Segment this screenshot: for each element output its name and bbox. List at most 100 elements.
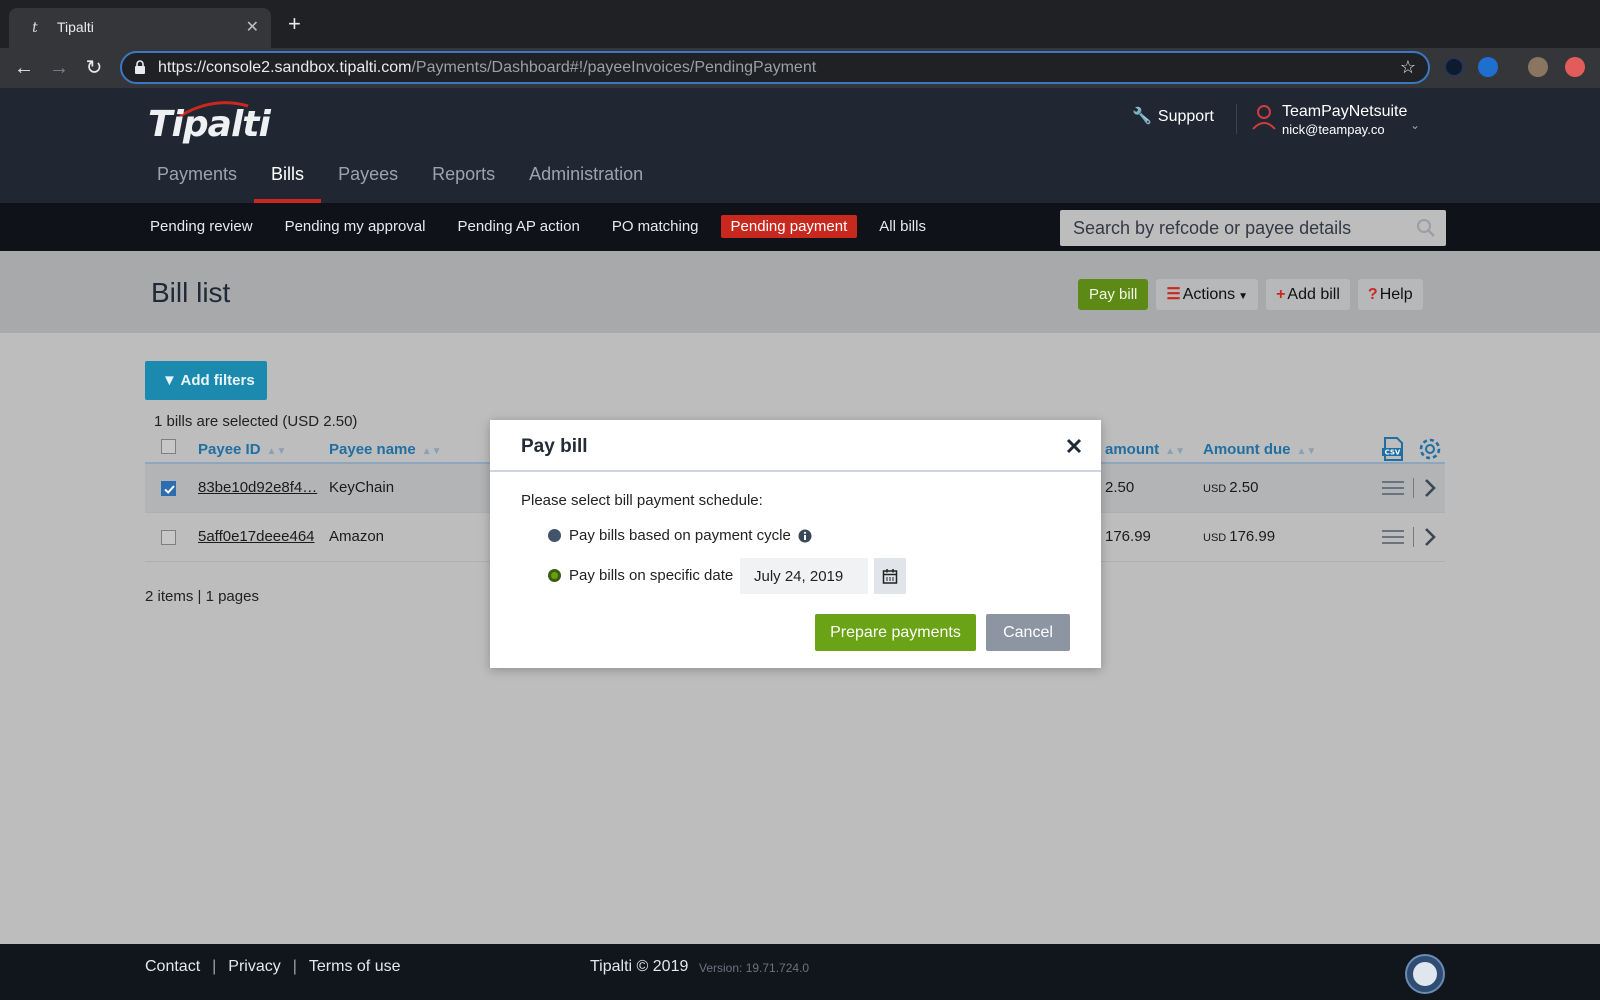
nav-item-payments[interactable]: Payments — [140, 152, 254, 203]
row-menu-icon[interactable] — [1382, 527, 1404, 547]
actions-label: Actions — [1182, 286, 1236, 303]
help-button[interactable]: ? Help — [1357, 279, 1423, 310]
col-amount-due[interactable]: Amount due ▲▼ — [1203, 441, 1316, 458]
footer-separator: | — [292, 958, 297, 975]
close-icon[interactable] — [1066, 438, 1082, 454]
subnav-all-bills[interactable]: All bills — [869, 215, 936, 238]
select-all-checkbox[interactable] — [161, 439, 176, 454]
subnav-pending-payment[interactable]: Pending payment — [720, 215, 858, 238]
subnav-po-matching[interactable]: PO matching — [602, 215, 709, 238]
actions-button[interactable]: ☰ Actions ▼ — [1156, 279, 1259, 310]
extension-icon[interactable] — [1444, 57, 1464, 77]
subnav-pending-review[interactable]: Pending review — [140, 215, 263, 238]
row-checkbox[interactable] — [161, 481, 176, 496]
nav-item-reports[interactable]: Reports — [415, 152, 512, 203]
add-filters-label: Add filters — [180, 372, 255, 389]
url-host: https://console2.sandbox.tipalti.com — [158, 59, 412, 76]
selection-info: 1 bills are selected (USD 2.50) — [154, 413, 358, 430]
sort-icon: ▲▼ — [1165, 446, 1185, 457]
chevron-down-icon[interactable]: ⌄ — [1410, 118, 1420, 132]
bookmark-star-icon[interactable]: ☆ — [1400, 57, 1416, 78]
row-checkbox[interactable] — [161, 530, 176, 545]
lock-icon — [135, 60, 145, 74]
footer-privacy-link[interactable]: Privacy — [228, 958, 280, 975]
page-title: Bill list — [151, 277, 231, 308]
search-icon[interactable] — [1416, 218, 1436, 238]
subnav-pending-my-approval[interactable]: Pending my approval — [275, 215, 436, 238]
dialog-prompt: Please select bill payment schedule: — [521, 492, 763, 509]
svg-text:CSV: CSV — [1385, 449, 1401, 457]
option-specific-date-label: Pay bills on specific date — [569, 567, 734, 584]
option-payment-cycle-label: Pay bills based on payment cycle — [569, 527, 791, 544]
password-manager-icon[interactable] — [1478, 57, 1498, 77]
add-bill-label: Add bill — [1287, 286, 1340, 303]
gear-icon[interactable] — [1417, 436, 1443, 462]
new-tab-icon[interactable]: + — [288, 13, 301, 35]
nav-item-bills[interactable]: Bills — [254, 152, 322, 203]
add-bill-button[interactable]: + Add bill — [1266, 279, 1350, 310]
col-payee-id[interactable]: Payee ID ▲▼ — [198, 441, 286, 458]
profile-avatar[interactable] — [1528, 57, 1548, 77]
footer-links: Contact | Privacy | Terms of use — [145, 958, 401, 976]
cancel-button[interactable]: Cancel — [986, 614, 1070, 651]
option-payment-cycle[interactable]: Pay bills based on payment cycle — [548, 527, 812, 544]
reload-icon[interactable]: ↻ — [82, 56, 106, 80]
dialog-title: Pay bill — [521, 436, 588, 457]
aicpa-soc-badge-icon — [1405, 954, 1445, 994]
date-field[interactable] — [740, 558, 868, 594]
radio-specific-date[interactable] — [548, 569, 561, 582]
sort-icon: ▲▼ — [266, 446, 287, 457]
page-actions: Pay bill ☰ Actions ▼ + Add bill ? Help — [1078, 279, 1431, 310]
info-icon[interactable] — [798, 529, 812, 543]
user-name[interactable]: TeamPayNetsuite — [1282, 103, 1407, 121]
col-amount[interactable]: amount ▲▼ — [1105, 441, 1185, 458]
subnav-pending-ap-action[interactable]: Pending AP action — [447, 215, 589, 238]
option-specific-date[interactable]: Pay bills on specific date — [548, 567, 733, 584]
chevron-right-icon[interactable] — [1424, 527, 1436, 547]
row-divider — [1413, 527, 1414, 547]
row-menu-icon[interactable] — [1382, 478, 1404, 498]
payee-id-link[interactable]: 83be10d92e8f4… — [198, 479, 317, 496]
pay-bill-button[interactable]: Pay bill — [1078, 279, 1149, 310]
nav-item-administration[interactable]: Administration — [512, 152, 660, 203]
support-link[interactable]: 🔧 Support — [1132, 106, 1214, 126]
question-icon: ? — [1367, 286, 1378, 303]
add-filters-button[interactable]: ▼ Add filters — [145, 361, 267, 400]
csv-export-icon[interactable]: CSV — [1380, 436, 1406, 462]
user-icon — [1252, 105, 1276, 130]
support-label: Support — [1157, 108, 1214, 125]
back-icon[interactable]: ← — [12, 56, 36, 80]
radio-payment-cycle[interactable] — [548, 529, 561, 542]
app-header: Tipalti 🔧 Support TeamPayNetsuite nick@te… — [0, 88, 1600, 203]
tab-close-icon[interactable]: ✕ — [246, 17, 259, 37]
plus-icon: + — [1276, 286, 1286, 303]
footer-separator: | — [212, 958, 217, 975]
search-input[interactable] — [1060, 210, 1410, 246]
url-path: /Payments/Dashboard#!/payeeInvoices/Pend… — [411, 59, 817, 76]
address-bar[interactable]: https://console2.sandbox.tipalti.com/Pay… — [120, 51, 1430, 84]
update-icon[interactable] — [1565, 57, 1585, 77]
url-text: https://console2.sandbox.tipalti.com/Pay… — [158, 59, 816, 77]
amount-due-value: 176.99 — [1229, 528, 1276, 545]
tipalti-logo[interactable]: Tipalti — [148, 104, 271, 145]
menu-lines-icon: ☰ — [1166, 286, 1181, 303]
footer-terms-link[interactable]: Terms of use — [309, 958, 401, 975]
prepare-payments-button[interactable]: Prepare payments — [815, 614, 976, 651]
tab-title: Tipalti — [57, 19, 94, 35]
currency-code: USD — [1203, 532, 1227, 544]
browser-tab[interactable]: t Tipalti ✕ — [9, 8, 271, 48]
page-title-band: Bill list Pay bill ☰ Actions ▼ + Add bill ?… — [0, 251, 1600, 333]
chevron-right-icon[interactable] — [1424, 478, 1436, 498]
dialog-header: Pay bill — [490, 420, 1101, 472]
forward-icon[interactable]: → — [47, 56, 71, 80]
footer-contact-link[interactable]: Contact — [145, 958, 200, 975]
footer-copyright: Tipalti © 2019 — [590, 958, 689, 975]
browser-tabstrip: t Tipalti ✕ + — [0, 0, 1600, 48]
amount-due: USD 176.99 — [1203, 528, 1275, 545]
nav-item-payees[interactable]: Payees — [321, 152, 415, 203]
amount-value: 2.50 — [1105, 479, 1135, 496]
calendar-button[interactable] — [874, 558, 906, 594]
payee-id-link[interactable]: 5aff0e17deee464 — [198, 528, 315, 545]
tipalti-favicon-icon: t — [32, 20, 38, 36]
col-payee-name[interactable]: Payee name ▲▼ — [329, 441, 442, 458]
